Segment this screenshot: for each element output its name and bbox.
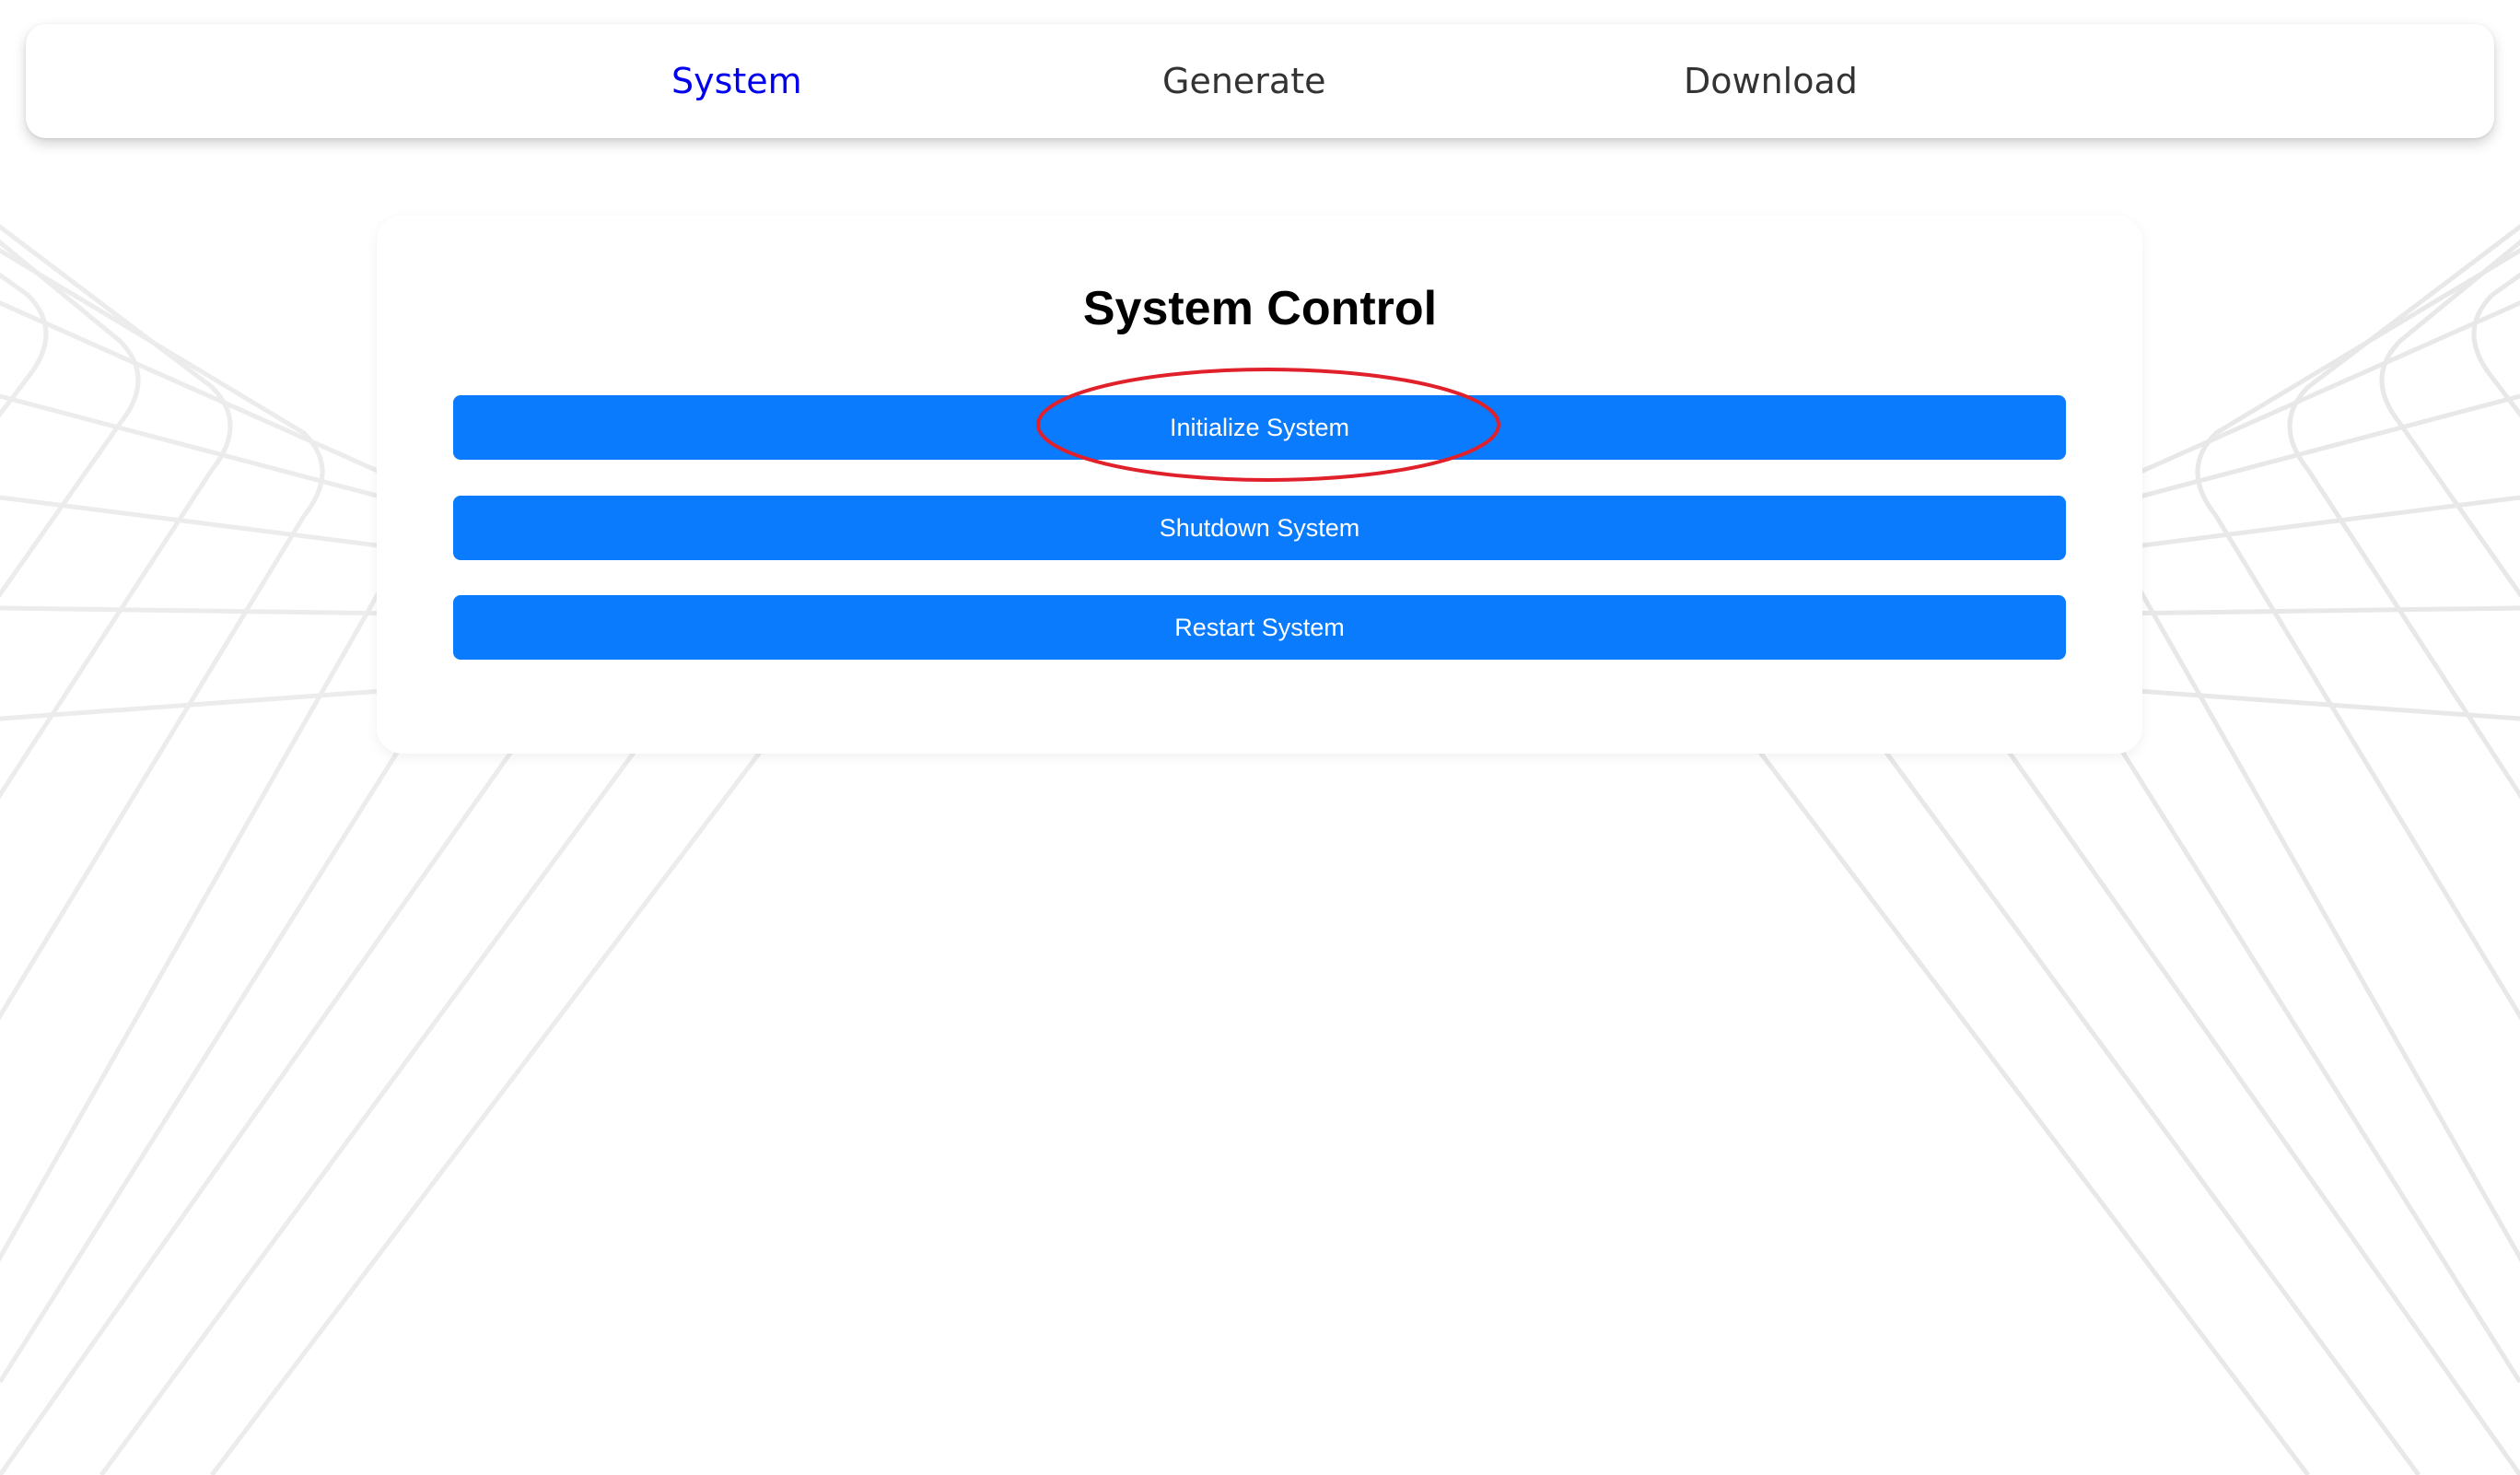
nav-link-system[interactable]: System — [671, 24, 802, 138]
panel-title: System Control — [1082, 282, 1438, 335]
initialize-system-button[interactable]: Initialize System — [453, 395, 2066, 460]
top-navbar: System Generate Download — [26, 24, 2494, 138]
shutdown-system-button[interactable]: Shutdown System — [453, 496, 2066, 560]
nav-link-download[interactable]: Download — [1684, 24, 1858, 138]
nav-link-generate[interactable]: Generate — [1162, 24, 1325, 138]
restart-system-button[interactable]: Restart System — [453, 595, 2066, 660]
